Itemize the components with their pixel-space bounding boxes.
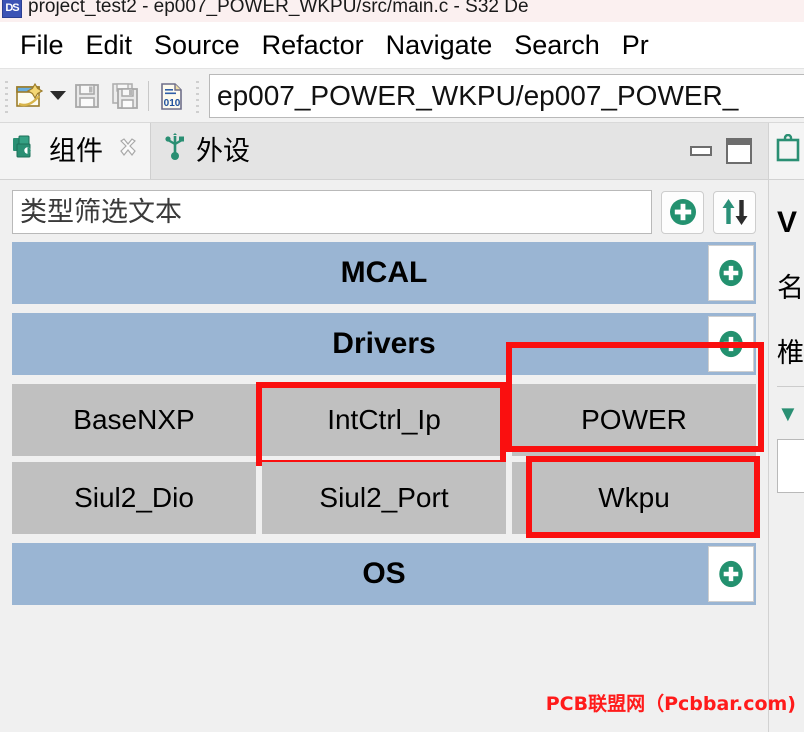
hex-file-button[interactable]: 010 bbox=[153, 77, 191, 115]
component-label: Siul2_Dio bbox=[74, 482, 194, 513]
menu-item-project[interactable]: Pr bbox=[611, 31, 660, 59]
add-os-component-button[interactable] bbox=[708, 546, 754, 602]
path-field[interactable]: ep007_POWER_WKPU/ep007_POWER_ bbox=[209, 73, 804, 118]
minimize-icon[interactable] bbox=[690, 146, 712, 156]
components-icon bbox=[11, 134, 41, 169]
save-icon bbox=[75, 83, 99, 108]
filter-row bbox=[0, 180, 768, 242]
properties-divider bbox=[777, 386, 804, 387]
type-filter-input[interactable] bbox=[12, 190, 652, 234]
toolbar-grip-2[interactable] bbox=[194, 78, 201, 113]
properties-field[interactable] bbox=[777, 439, 804, 493]
window-title: project_test2 - ep007_POWER_WKPU/src/mai… bbox=[28, 0, 529, 17]
add-drivers-component-button[interactable] bbox=[708, 316, 754, 372]
menu-bar: File Edit Source Refactor Navigate Searc… bbox=[0, 22, 804, 69]
properties-line-1: 名 bbox=[777, 273, 804, 303]
add-circle-icon bbox=[719, 259, 743, 287]
chevron-down-icon[interactable]: ▼ bbox=[777, 401, 804, 427]
menu-item-search[interactable]: Search bbox=[503, 31, 611, 59]
group-header-drivers[interactable]: Drivers bbox=[12, 313, 756, 375]
view-window-buttons bbox=[690, 123, 768, 179]
components-view: 组件 外设 类型筛选文本 MCAL Drivers BaseNXP IntCtr… bbox=[0, 123, 768, 732]
group-title-drivers: Drivers bbox=[332, 327, 436, 360]
add-circle-icon bbox=[719, 330, 743, 358]
component-item-siul2-dio[interactable]: Siul2_Dio bbox=[12, 462, 256, 534]
menu-item-file[interactable]: File bbox=[9, 31, 75, 59]
component-group-list: MCAL Drivers BaseNXP IntCtrl_Ip POWER Si… bbox=[0, 242, 768, 605]
component-item-intctrl-ip[interactable]: IntCtrl_Ip bbox=[256, 382, 506, 466]
tab-components-label: 组件 bbox=[49, 135, 103, 166]
hex-file-icon: 010 bbox=[161, 82, 182, 110]
group-header-mcal[interactable]: MCAL bbox=[12, 242, 756, 304]
component-item-basenxp[interactable]: BaseNXP bbox=[12, 384, 256, 456]
add-circle-icon bbox=[719, 560, 743, 588]
component-item-power[interactable]: POWER bbox=[506, 342, 764, 456]
properties-line-2: 椎 bbox=[777, 338, 804, 368]
svg-text:010: 010 bbox=[164, 98, 181, 109]
menu-item-refactor[interactable]: Refactor bbox=[251, 31, 375, 59]
menu-item-source[interactable]: Source bbox=[143, 31, 251, 59]
toolbar-separator bbox=[148, 80, 149, 111]
menu-item-edit[interactable]: Edit bbox=[75, 31, 144, 59]
main-toolbar: 010 ep007_POWER_WKPU/ep007_POWER_ bbox=[0, 69, 804, 123]
window-title-bar: DS project_test2 - ep007_POWER_WKPU/src/… bbox=[0, 0, 804, 22]
new-file-button[interactable] bbox=[10, 77, 48, 115]
drivers-items-grid: BaseNXP IntCtrl_Ip POWER Siul2_Dio Siul2… bbox=[12, 342, 764, 538]
group-title-mcal: MCAL bbox=[340, 256, 428, 289]
group-title-os: OS bbox=[362, 557, 406, 590]
properties-panel: V 名 椎 ▼ bbox=[768, 123, 804, 732]
sort-arrows-icon bbox=[722, 199, 747, 225]
close-icon[interactable] bbox=[117, 137, 139, 165]
add-mcal-component-button[interactable] bbox=[708, 245, 754, 301]
chevron-down-icon bbox=[50, 91, 66, 100]
menu-item-navigate[interactable]: Navigate bbox=[375, 31, 504, 59]
component-label: Wkpu bbox=[598, 482, 670, 513]
usb-peripheral-icon bbox=[162, 132, 188, 170]
tab-peripherals-label: 外设 bbox=[196, 135, 250, 166]
component-item-wkpu[interactable]: Wkpu bbox=[512, 456, 760, 538]
properties-panel-tab[interactable] bbox=[769, 123, 804, 180]
component-label: Siul2_Port bbox=[319, 482, 449, 513]
clipboard-icon bbox=[775, 133, 803, 169]
save-all-icon bbox=[112, 82, 138, 109]
watermark: PCB联盟网（Pcbbar.com) bbox=[545, 693, 796, 715]
save-all-button[interactable] bbox=[106, 77, 144, 115]
new-file-dropdown-button[interactable] bbox=[48, 77, 68, 115]
save-button[interactable] bbox=[68, 77, 106, 115]
add-circle-icon bbox=[669, 199, 696, 225]
group-header-os[interactable]: OS bbox=[12, 543, 756, 605]
tab-components[interactable]: 组件 bbox=[0, 123, 151, 179]
new-file-icon bbox=[16, 82, 44, 107]
s32-design-studio-icon: DS bbox=[2, 0, 22, 18]
properties-panel-body: V 名 椎 ▼ bbox=[769, 206, 804, 493]
properties-title: V bbox=[777, 206, 798, 239]
component-label: BaseNXP bbox=[73, 404, 195, 435]
component-label: IntCtrl_Ip bbox=[327, 404, 441, 435]
toolbar-grip[interactable] bbox=[3, 78, 10, 113]
component-label: POWER bbox=[581, 404, 687, 435]
tab-peripherals[interactable]: 外设 bbox=[151, 123, 261, 179]
view-tab-strip: 组件 外设 bbox=[0, 123, 768, 180]
sort-button[interactable] bbox=[713, 190, 756, 234]
component-item-siul2-port[interactable]: Siul2_Port bbox=[262, 462, 506, 534]
add-component-button[interactable] bbox=[661, 190, 704, 234]
maximize-icon[interactable] bbox=[726, 138, 752, 164]
